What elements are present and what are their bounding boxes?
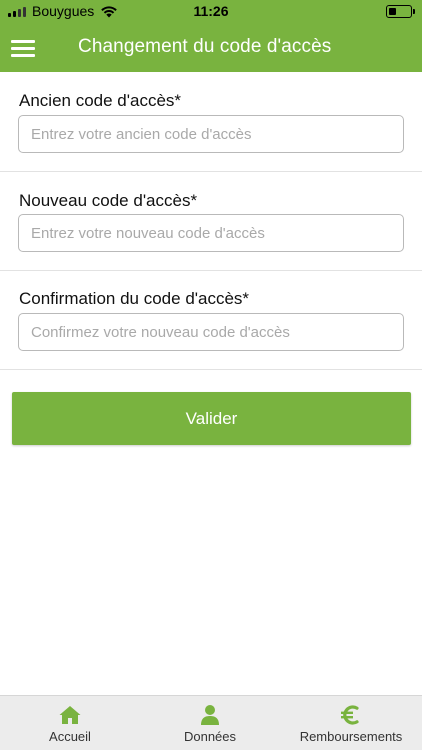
confirm-code-input[interactable]	[18, 313, 404, 351]
clock: 11:26	[193, 3, 229, 19]
tab-label: Données	[183, 729, 237, 744]
new-code-label: Nouveau code d'accès*	[19, 191, 198, 210]
tab-donnees[interactable]: Données	[140, 696, 280, 750]
tab-accueil[interactable]: Accueil	[0, 696, 140, 750]
app-header-background: Bouygues 11:26 Changement du code d'accè…	[0, 0, 422, 72]
home-icon	[59, 706, 81, 724]
tab-label: Accueil	[49, 729, 91, 744]
confirm-code-label: Confirmation du code d'accès*	[19, 289, 250, 308]
new-code-input[interactable]	[18, 214, 404, 252]
new-code-section: Nouveau code d'accès*	[0, 172, 422, 271]
bottom-tab-bar: Accueil Données Remboursements	[0, 695, 422, 750]
old-code-input[interactable]	[18, 115, 404, 153]
page-title: Changement du code d'accès	[78, 36, 332, 57]
status-bar: Bouygues 11:26	[0, 0, 422, 24]
hamburger-menu-icon[interactable]	[11, 38, 35, 58]
old-code-label: Ancien code d'accès*	[19, 91, 182, 110]
battery-icon	[386, 5, 415, 18]
old-code-section: Ancien code d'accès*	[0, 72, 422, 172]
submit-button[interactable]: Valider	[12, 392, 411, 445]
euro-icon	[341, 705, 359, 725]
person-icon	[201, 705, 219, 725]
tab-label: Remboursements	[299, 729, 403, 744]
confirm-code-section: Confirmation du code d'accès*	[0, 271, 422, 370]
tab-remboursements[interactable]: Remboursements	[280, 696, 422, 750]
app-bar: Changement du code d'accès	[0, 24, 422, 72]
